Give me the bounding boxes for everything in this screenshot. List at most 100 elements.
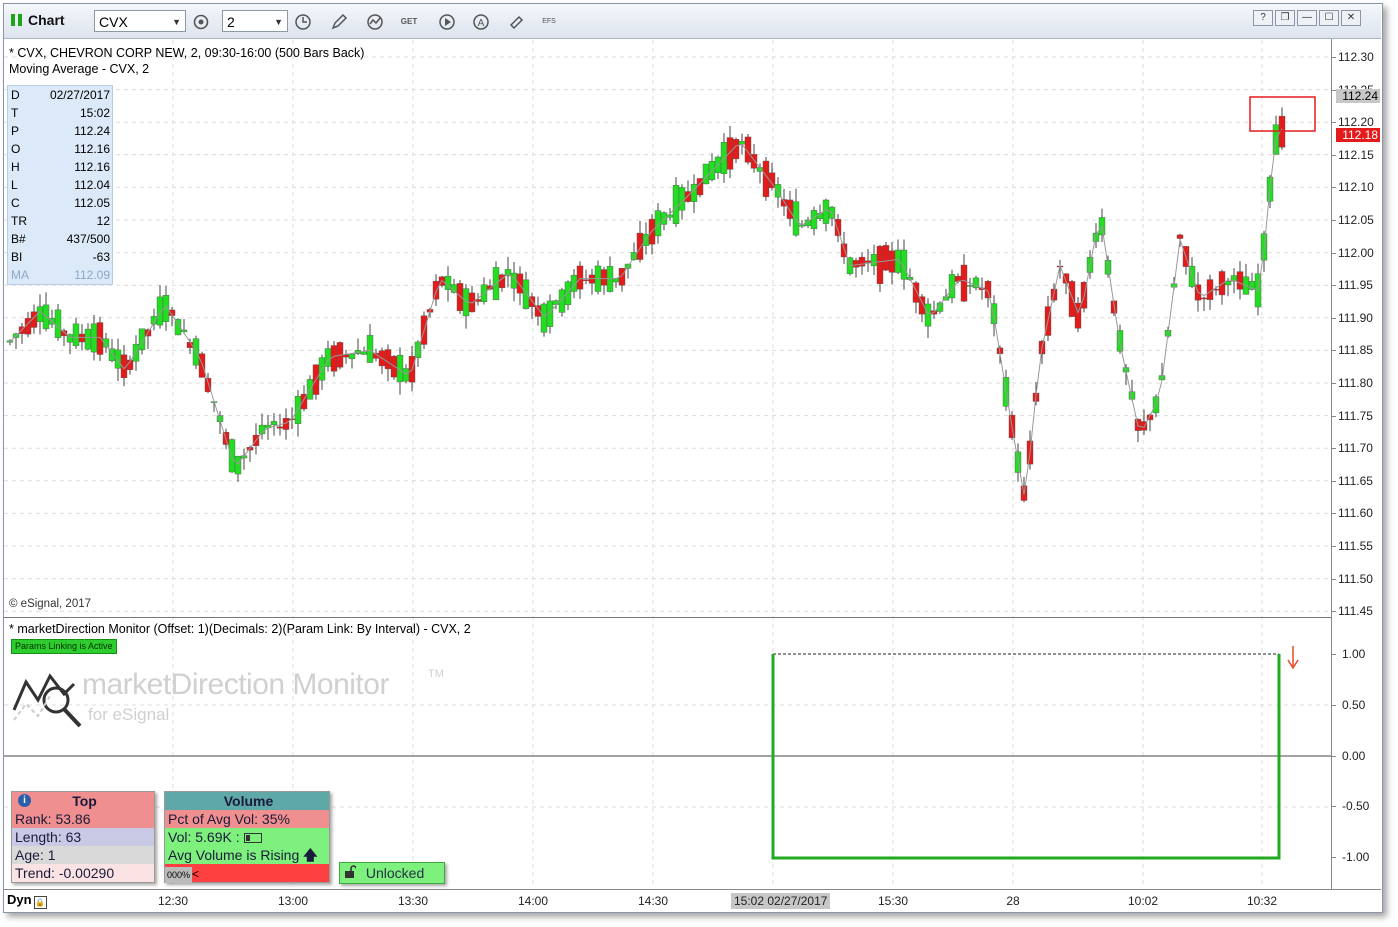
data-window-row-h: H 112.16 bbox=[8, 158, 112, 176]
candle bbox=[456, 283, 464, 311]
time-axis[interactable]: Dyn 🔒 15:02 02/27/2017 12:30 13:00 13:30 14:… bbox=[4, 889, 1381, 912]
candle bbox=[348, 353, 356, 360]
time-label: 15:30 bbox=[877, 894, 909, 908]
data-window-row-d: D 02/27/2017 bbox=[8, 86, 112, 104]
candle bbox=[822, 199, 830, 224]
price-label: 112.05 bbox=[1338, 213, 1374, 227]
candle bbox=[198, 353, 206, 378]
candle bbox=[690, 183, 698, 202]
candle bbox=[90, 323, 98, 353]
candle bbox=[78, 333, 86, 343]
data-window: D 02/27/2017 T 15:02 P 112.24 O 112.16 H 112.16 L 1… bbox=[7, 85, 113, 285]
volume-trend: Avg Volume is Rising 🡅 bbox=[165, 846, 329, 864]
price-label: 111.55 bbox=[1338, 539, 1373, 553]
data-window-value: 112.09 bbox=[74, 268, 110, 282]
logo-title: marketDirection Monitor bbox=[82, 668, 389, 701]
lock-icon: 🔒 bbox=[33, 896, 47, 909]
price-label: 111.70 bbox=[1338, 441, 1373, 456]
data-window-value: 112.16 bbox=[74, 160, 110, 174]
candle bbox=[1200, 297, 1208, 300]
candle bbox=[960, 264, 968, 302]
data-window-value: 112.24 bbox=[74, 124, 110, 138]
candle bbox=[96, 322, 104, 355]
indicator-tick bbox=[1332, 857, 1336, 859]
arrow-down-icon bbox=[1287, 646, 1299, 670]
volume-panel: Volume Pct of Avg Vol: 35% Vol: 5.69K : … bbox=[164, 791, 330, 883]
data-window-value: -63 bbox=[92, 250, 110, 264]
indicator-tick bbox=[1332, 654, 1336, 655]
candle bbox=[786, 199, 794, 219]
time-label: 13:00 bbox=[277, 894, 309, 908]
candle bbox=[732, 139, 740, 160]
study-legend: Moving Average - CVX, 2 bbox=[9, 62, 150, 76]
price-label: 111.85 bbox=[1338, 343, 1373, 358]
candle bbox=[330, 345, 338, 372]
data-window-key: MA bbox=[11, 268, 29, 282]
candle bbox=[1236, 271, 1244, 290]
volume-value: Vol: 5.69K : bbox=[165, 828, 329, 846]
candle bbox=[318, 357, 326, 381]
indicator-axis-label: 0.50 bbox=[1342, 697, 1366, 712]
time-label: 28 bbox=[1006, 894, 1020, 908]
candle bbox=[870, 254, 878, 267]
candle bbox=[738, 140, 746, 145]
candle bbox=[36, 306, 44, 323]
info-icon[interactable]: i bbox=[18, 794, 31, 807]
candle bbox=[1206, 279, 1214, 300]
candle bbox=[660, 212, 668, 225]
dyn-button[interactable]: Dyn 🔒 bbox=[7, 892, 47, 909]
price-label: 111.95 bbox=[1338, 278, 1373, 293]
data-window-key: D bbox=[11, 88, 20, 102]
top-panel: i Top Rank: 53.86 Length: 63 Age: 1 Trend… bbox=[11, 791, 155, 883]
price-tick bbox=[1332, 546, 1336, 547]
candle bbox=[522, 279, 530, 309]
price-label: 111.45 bbox=[1338, 604, 1373, 619]
logo-subtitle: for eSignal bbox=[88, 705, 170, 724]
candle bbox=[540, 303, 548, 333]
top-age: Age: 1 bbox=[12, 846, 154, 864]
time-label: 14:00 bbox=[517, 894, 549, 908]
candle bbox=[72, 323, 80, 347]
pane-divider[interactable] bbox=[4, 617, 1331, 618]
price-axis[interactable]: 112.30112.25112.20112.15112.10112.05112.… bbox=[1331, 39, 1382, 889]
candle bbox=[402, 368, 410, 382]
indicator-axis-label: 0.00 bbox=[1342, 748, 1366, 763]
price-tick bbox=[1332, 220, 1336, 221]
candle bbox=[852, 260, 860, 268]
data-window-key: T bbox=[11, 106, 19, 120]
price-tick bbox=[1332, 611, 1336, 613]
top-panel-header: i Top bbox=[12, 792, 154, 810]
top-rank: Rank: 53.86 bbox=[12, 810, 154, 828]
volume-bar: 000% < bbox=[165, 864, 329, 883]
data-window-key: H bbox=[11, 160, 20, 174]
candle bbox=[1068, 281, 1076, 317]
time-label: 10:32 bbox=[1246, 894, 1278, 908]
candle bbox=[270, 421, 278, 426]
data-window-row-t: T 15:02 bbox=[8, 104, 112, 122]
lock-toggle-button[interactable]: Unlocked bbox=[339, 862, 445, 884]
battery-icon bbox=[243, 833, 262, 843]
chart-plot[interactable] bbox=[0, 0, 1398, 927]
logo-trademark: TM bbox=[428, 668, 444, 680]
lock-label: Unlocked bbox=[365, 865, 425, 881]
candle bbox=[726, 137, 734, 170]
price-label: 111.75 bbox=[1338, 408, 1373, 423]
candle bbox=[966, 285, 974, 287]
candle bbox=[888, 250, 896, 273]
price-tick bbox=[1332, 350, 1336, 352]
price-label: 111.50 bbox=[1338, 571, 1373, 586]
price-tick bbox=[1332, 285, 1336, 287]
price-badge: 112.18 bbox=[1336, 128, 1380, 143]
unlock-icon bbox=[344, 863, 357, 883]
price-label: 112.15 bbox=[1338, 147, 1374, 162]
data-window-value: 112.04 bbox=[74, 178, 110, 192]
volume-bar-label: 000% bbox=[165, 867, 193, 883]
candle bbox=[516, 273, 524, 294]
candle bbox=[702, 163, 710, 185]
top-trend: Trend: -0.00290 bbox=[12, 864, 154, 882]
candle bbox=[582, 279, 590, 282]
data-window-key: C bbox=[11, 196, 20, 210]
data-window-row-o: O 112.16 bbox=[8, 140, 112, 158]
candle bbox=[924, 303, 932, 327]
top-length: Length: 63 bbox=[12, 828, 154, 846]
